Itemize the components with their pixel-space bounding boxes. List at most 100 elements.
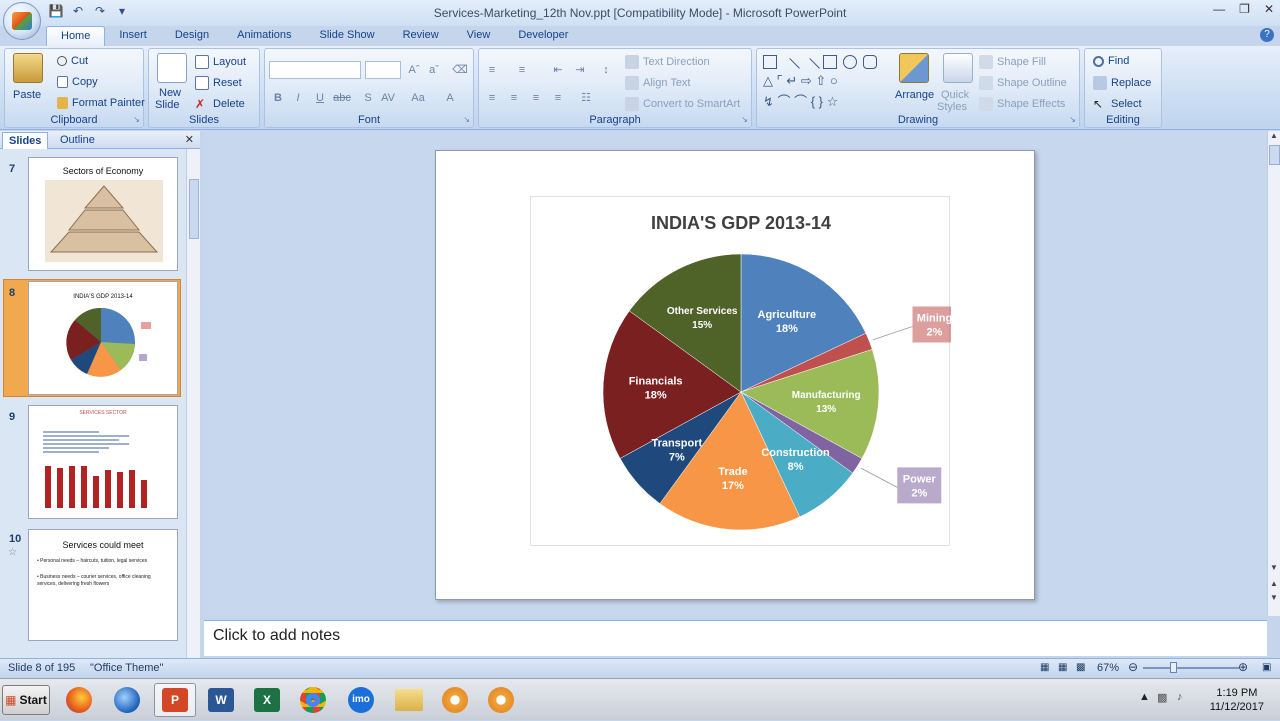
office-button[interactable]: [3, 2, 41, 40]
slide-thumbnail-8[interactable]: INDIA'S GDP 2013-14: [28, 281, 178, 395]
scroll-up-icon[interactable]: ▲: [1268, 131, 1280, 145]
tab-review[interactable]: Review: [389, 26, 453, 46]
scroll-down-icon[interactable]: ▼: [1268, 563, 1280, 577]
slide-thumbnail-10[interactable]: Services could meet • Personal needs – h…: [28, 529, 178, 641]
grow-font-icon[interactable]: Aˆ: [405, 61, 423, 79]
align-left-icon[interactable]: ≡: [483, 89, 501, 107]
excel-app[interactable]: X: [246, 683, 288, 717]
minimize-icon[interactable]: —: [1213, 2, 1225, 16]
network-icon[interactable]: ▩: [1157, 691, 1167, 704]
zoom-level[interactable]: 67%: [1097, 662, 1119, 674]
zoom-in-icon[interactable]: ⊕: [1238, 660, 1248, 674]
slides-pane-scrollbar[interactable]: [186, 149, 200, 658]
close-icon[interactable]: ✕: [1264, 2, 1274, 16]
font-color-icon[interactable]: A: [441, 89, 459, 107]
notes-pane[interactable]: Click to add notes: [204, 620, 1267, 656]
font-launcher-icon[interactable]: ↘: [463, 115, 470, 124]
increase-indent-icon[interactable]: ⇥: [571, 61, 589, 79]
font-name-input[interactable]: [269, 61, 361, 79]
tab-view[interactable]: View: [453, 26, 505, 46]
tab-home[interactable]: Home: [46, 26, 106, 46]
quick-styles-icon[interactable]: [943, 53, 973, 83]
char-spacing-icon[interactable]: AV: [379, 89, 397, 107]
justify-icon[interactable]: ≡: [549, 89, 567, 107]
powerpoint-app[interactable]: P: [154, 683, 196, 717]
bullets-icon[interactable]: ≡: [483, 61, 501, 79]
slide-sorter-icon[interactable]: ▦: [1058, 662, 1067, 673]
paragraph-launcher-icon[interactable]: ↘: [741, 115, 748, 124]
current-slide[interactable]: INDIA'S GDP 2013-14 Agriculture 18% Mining 2…: [435, 150, 1035, 600]
chrome-app[interactable]: [292, 683, 334, 717]
app-flower-1[interactable]: [434, 683, 476, 717]
find-button[interactable]: Find: [1093, 55, 1129, 67]
slide-scrollbar[interactable]: ▲ ▼ ▲ ▼: [1267, 131, 1280, 616]
previous-slide-icon[interactable]: ▲: [1268, 579, 1280, 593]
shapes-row-2-icon[interactable]: △ ⌜ ↵ ⇨ ⇧ ○: [763, 73, 838, 89]
rounded-rect-shape-icon[interactable]: [863, 55, 877, 69]
tab-animations[interactable]: Animations: [223, 26, 305, 46]
delete-button[interactable]: ✗ Delete: [195, 97, 245, 111]
replace-button[interactable]: Replace: [1093, 76, 1151, 90]
slide-show-icon[interactable]: ▩: [1076, 662, 1085, 673]
word-app[interactable]: W: [200, 683, 242, 717]
oval-shape-icon[interactable]: [843, 55, 857, 69]
italic-icon[interactable]: I: [289, 89, 307, 107]
clipboard-launcher-icon[interactable]: ↘: [133, 115, 140, 124]
help-icon[interactable]: ?: [1260, 28, 1274, 42]
shape-fill-button[interactable]: Shape Fill: [979, 55, 1046, 69]
layout-button[interactable]: Layout: [195, 55, 246, 69]
copy-button[interactable]: Copy: [57, 76, 98, 88]
new-slide-icon[interactable]: [157, 53, 187, 83]
slide-thumbnail-9[interactable]: SERVICES SECTOR: [28, 405, 178, 519]
start-button[interactable]: ▦ Start: [2, 685, 50, 715]
bold-icon[interactable]: B: [269, 89, 287, 107]
rectangle-shape-icon[interactable]: [823, 55, 837, 69]
tab-slides[interactable]: Slides: [2, 132, 49, 149]
new-slide-label-2[interactable]: Slide: [155, 99, 179, 111]
clock[interactable]: 1:19 PM 11/12/2017: [1210, 686, 1264, 714]
convert-smartart-button[interactable]: Convert to SmartArt: [625, 97, 740, 111]
decrease-indent-icon[interactable]: ⇤: [549, 61, 567, 79]
text-direction-button[interactable]: Text Direction: [625, 55, 710, 69]
shapes-row-3-icon[interactable]: ↯ ⌒ ⌒ { } ☆: [763, 91, 838, 110]
align-center-icon[interactable]: ≡: [505, 89, 523, 107]
restore-icon[interactable]: ❐: [1239, 2, 1250, 16]
slide-scrollbar-thumb[interactable]: [1269, 145, 1280, 165]
arrange-icon[interactable]: [899, 53, 929, 83]
textbox-shape-icon[interactable]: [763, 55, 777, 69]
shape-effects-button[interactable]: Shape Effects: [979, 97, 1065, 111]
tab-developer[interactable]: Developer: [504, 26, 582, 46]
slide-thumbnail-7[interactable]: Sectors of Economy: [28, 157, 178, 271]
line-spacing-icon[interactable]: ↕: [597, 61, 615, 79]
app-flower-2[interactable]: [480, 683, 522, 717]
fit-to-window-icon[interactable]: ▣: [1262, 662, 1271, 673]
explorer-app[interactable]: [388, 683, 430, 717]
firefox-app[interactable]: [58, 683, 100, 717]
align-text-button[interactable]: Align Text: [625, 76, 691, 90]
columns-icon[interactable]: ☷: [577, 89, 595, 107]
align-right-icon[interactable]: ≡: [527, 89, 545, 107]
volume-icon[interactable]: ♪: [1177, 691, 1183, 703]
quick-styles-label-2[interactable]: Styles: [937, 101, 967, 113]
drawing-launcher-icon[interactable]: ↘: [1069, 115, 1076, 124]
chart-container[interactable]: INDIA'S GDP 2013-14 Agriculture 18% Mining 2…: [530, 196, 957, 546]
zoom-slider[interactable]: [1143, 667, 1239, 669]
scrollbar-thumb[interactable]: [189, 179, 199, 239]
shadow-icon[interactable]: S: [359, 89, 377, 107]
change-case-icon[interactable]: Aa: [409, 89, 427, 107]
shapes-gallery[interactable]: △ ⌜ ↵ ⇨ ⇧ ○ ↯ ⌒ ⌒ { } ☆: [763, 55, 881, 109]
paste-button[interactable]: Paste: [13, 89, 41, 101]
shape-outline-button[interactable]: Shape Outline: [979, 76, 1067, 90]
imo-app[interactable]: imo: [340, 683, 382, 717]
zoom-slider-knob[interactable]: [1170, 662, 1177, 673]
next-slide-icon[interactable]: ▼: [1268, 593, 1280, 607]
underline-icon[interactable]: U: [311, 89, 329, 107]
arrange-button[interactable]: Arrange: [895, 89, 934, 101]
close-pane-icon[interactable]: ✕: [185, 133, 194, 146]
quick-styles-label-1[interactable]: Quick: [941, 89, 969, 101]
reset-button[interactable]: Reset: [195, 76, 242, 90]
new-slide-label-1[interactable]: New: [159, 87, 181, 99]
tab-design[interactable]: Design: [161, 26, 223, 46]
strikethrough-icon[interactable]: abc: [333, 89, 351, 107]
format-painter-button[interactable]: Format Painter: [57, 97, 145, 109]
